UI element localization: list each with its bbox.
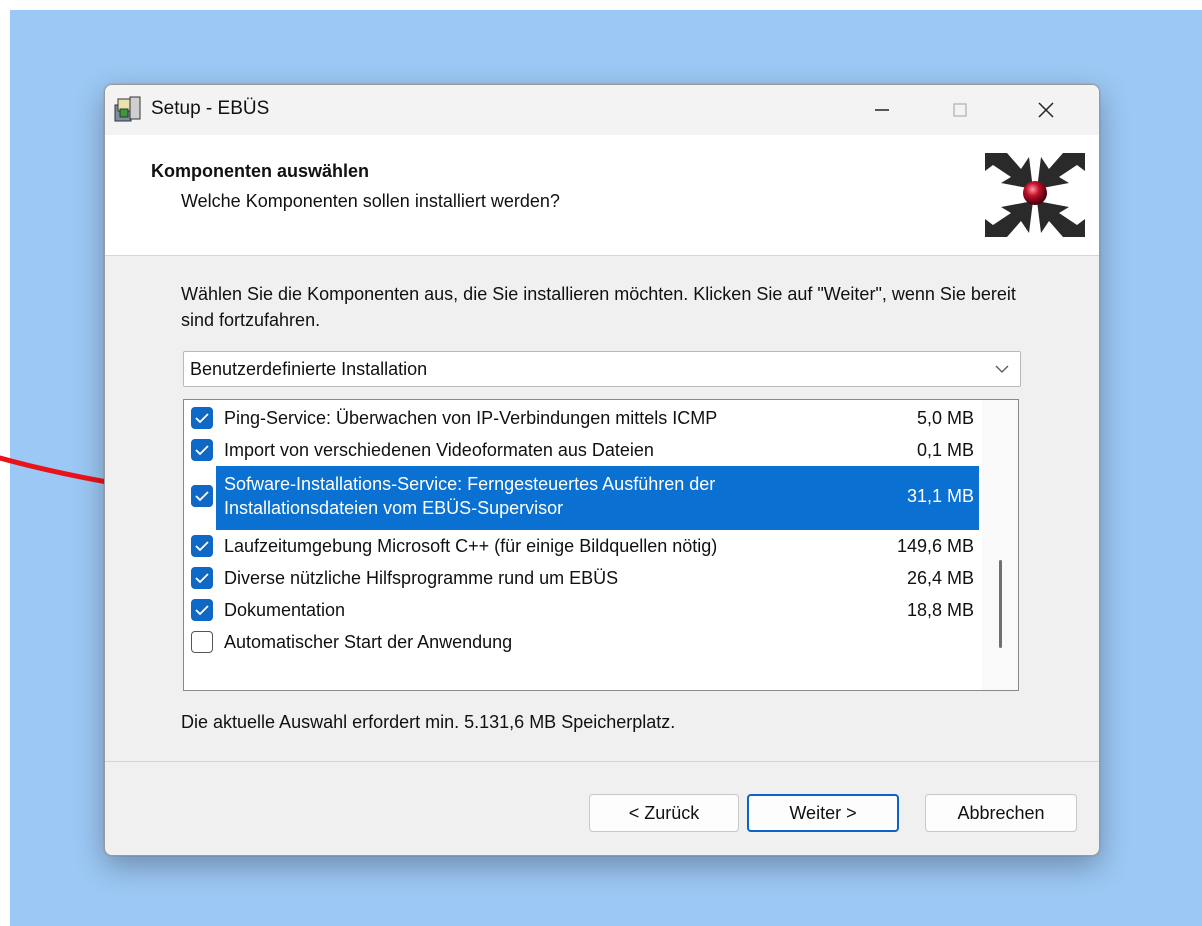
checkmark-icon [195,413,209,424]
checkmark-icon [195,541,209,552]
list-scrollbar[interactable] [982,400,1018,690]
component-label: Laufzeitumgebung Microsoft C++ (für eini… [224,536,718,556]
checkmark-icon [195,445,209,456]
component-item[interactable]: Dokumentation 18,8 MB [184,594,979,626]
chevron-down-icon [995,365,1009,373]
minimize-icon [875,109,889,111]
checkmark-icon [195,573,209,584]
component-label: Automatischer Start der Anwendung [224,632,513,652]
component-checkbox[interactable] [191,535,213,557]
component-label: Sofware-Installations-Service: Ferngeste… [224,474,716,494]
space-required-text: Die aktuelle Auswahl erfordert min. 5.13… [181,712,676,732]
maximize-icon [953,103,967,117]
maximize-button[interactable] [931,85,989,135]
wizard-header: Komponenten auswählen Welche Komponenten… [105,135,1099,256]
install-type-dropdown[interactable]: Benutzerdefinierte Installation [183,351,1021,387]
page-title: Komponenten auswählen [151,161,370,181]
component-checkbox[interactable] [191,439,213,461]
setup-dialog: Setup - EBÜS Komponenten auswählen Welch… [104,84,1100,856]
component-label: Import von verschiedenen Videoformaten a… [224,440,654,460]
setup-app-icon [114,96,141,122]
component-size: 18,8 MB [906,600,974,620]
minimize-button[interactable] [853,85,911,135]
component-item[interactable]: Import von verschiedenen Videoformaten a… [184,434,979,466]
component-size: 149,6 MB [896,536,974,556]
component-checkbox[interactable] [191,631,213,653]
instruction-text: Wählen Sie die Komponenten aus, die Sie … [181,284,1016,330]
close-icon [1038,102,1054,118]
component-checkbox[interactable] [191,407,213,429]
component-item-selected[interactable]: Sofware-Installations-Service: Ferngeste… [184,466,979,530]
ebus-logo [985,153,1085,237]
component-item[interactable]: Ping-Service: Überwachen von IP-Verbindu… [184,402,979,434]
component-size: 26,4 MB [906,568,974,588]
component-checkbox[interactable] [191,599,213,621]
install-type-value: Benutzerdefinierte Installation [190,359,428,379]
page-subtitle: Welche Komponenten sollen installiert we… [181,191,560,211]
checkmark-icon [195,491,209,502]
component-label: Diverse nützliche Hilfsprogramme rund um… [224,568,619,588]
component-item[interactable]: Diverse nützliche Hilfsprogramme rund um… [184,562,979,594]
footer-divider [105,761,1099,762]
component-label: Ping-Service: Überwachen von IP-Verbindu… [224,408,718,428]
scrollbar-thumb[interactable] [999,560,1002,648]
component-size: 0,1 MB [916,440,974,460]
component-size: 31,1 MB [906,486,974,506]
close-button[interactable] [1017,85,1075,135]
component-size: 5,0 MB [916,408,974,428]
component-label-line2: Installationsdateien vom EBÜS-Supervisor [224,498,564,518]
cancel-button[interactable]: Abbrechen [925,794,1077,832]
title-bar[interactable]: Setup - EBÜS [105,85,1099,135]
checkmark-icon [195,605,209,616]
component-label: Dokumentation [224,600,346,620]
next-button[interactable]: Weiter > [747,794,899,832]
component-checkbox[interactable] [191,485,213,507]
component-item[interactable]: Laufzeitumgebung Microsoft C++ (für eini… [184,530,979,562]
back-button[interactable]: < Zurück [589,794,739,832]
component-item[interactable]: Automatischer Start der Anwendung [184,626,979,658]
component-checkbox[interactable] [191,567,213,589]
components-list[interactable]: Ping-Service: Überwachen von IP-Verbindu… [183,399,1019,691]
window-title: Setup - EBÜS [151,98,270,119]
